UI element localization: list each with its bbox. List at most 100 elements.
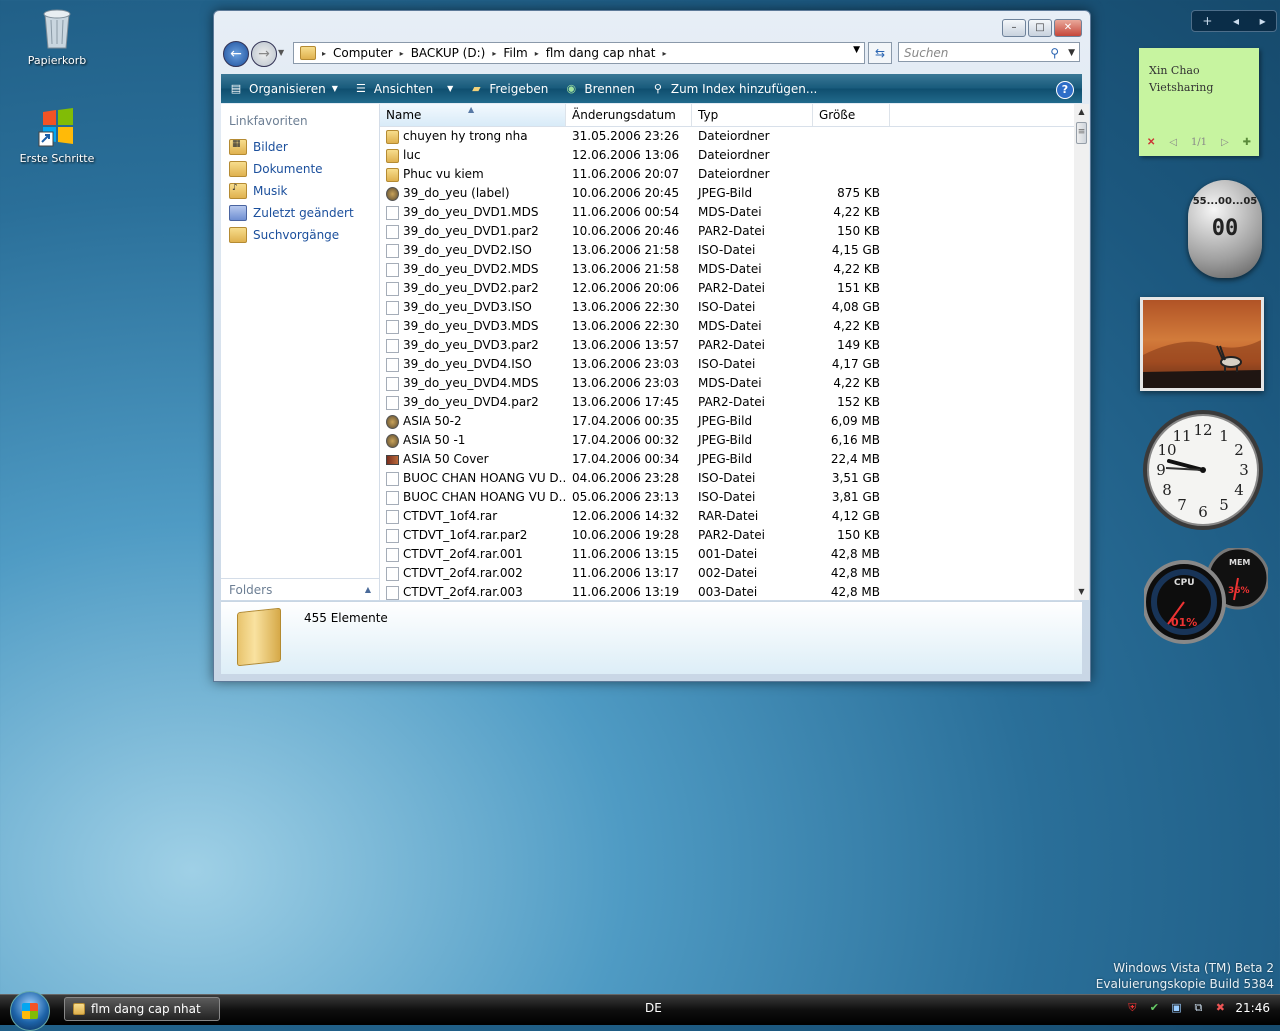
favorites-header: Linkfavoriten	[229, 114, 308, 128]
minimize-button[interactable]: –	[1002, 19, 1026, 37]
table-row[interactable]: ASIA 50 -1 17.04.2006 00:32 JPEG-Bild 6,16 …	[380, 431, 1074, 450]
search-icon[interactable]: ⚲	[1050, 43, 1059, 63]
table-row[interactable]: 39_do_yeu (label) 10.06.2006 20:45 JPEG-Bi…	[380, 184, 1074, 203]
file-size: 3,51 GB	[831, 471, 880, 485]
table-row[interactable]: 39_do_yeu_DVD3.par2 13.06.2006 13:57 PAR2-…	[380, 336, 1074, 355]
table-row[interactable]: BUOC CHAN HOANG VU D... 04.06.2006 23:28 I…	[380, 469, 1074, 488]
table-row[interactable]: 39_do_yeu_DVD2.par2 12.06.2006 20:06 PAR2-…	[380, 279, 1074, 298]
column-header-label: Name	[386, 108, 422, 122]
favorite-searches[interactable]: Suchvorgänge	[221, 224, 379, 246]
address-bar[interactable]: ▸ Computer ▸ BACKUP (D:) ▸ Film ▸ flm da…	[293, 42, 865, 64]
table-row[interactable]: CTDVT_2of4.rar.002 11.06.2006 13:17 002-Da…	[380, 564, 1074, 583]
timer-value: 00	[1211, 216, 1239, 241]
back-button[interactable]: ←	[223, 41, 249, 67]
add-to-index-button[interactable]: ⚲ Zum Index hinzufügen...	[643, 82, 826, 96]
clock-time[interactable]: 21:46	[1235, 1001, 1270, 1015]
table-row[interactable]: 39_do_yeu_DVD2.ISO 13.06.2006 21:58 ISO-Da…	[380, 241, 1074, 260]
favorite-music[interactable]: ♪ Musik	[221, 180, 379, 202]
breadcrumb-separator-icon[interactable]: ▸	[490, 49, 498, 58]
table-row[interactable]: ASIA 50-2 17.04.2006 00:35 JPEG-Bild 6,09 M…	[380, 412, 1074, 431]
music-folder-icon: ♪	[229, 183, 247, 199]
share-button[interactable]: ▰ Freigeben	[461, 82, 556, 96]
table-row[interactable]: CTDVT_2of4.rar.003 11.06.2006 13:19 003-Da…	[380, 583, 1074, 600]
delete-note-icon[interactable]: ✕	[1147, 137, 1155, 148]
file-date: 11.06.2006 20:07	[572, 167, 680, 181]
column-header-size[interactable]: Größe	[813, 104, 890, 126]
table-row[interactable]: 39_do_yeu_DVD4.ISO 13.06.2006 23:03 ISO-Da…	[380, 355, 1074, 374]
clock-gadget[interactable]: 12 1 2 345 678 9 10 11	[1141, 408, 1265, 532]
table-row[interactable]: chuyen hy trong nha 31.05.2006 23:26 Datei…	[380, 127, 1074, 146]
refresh-button[interactable]: ⇆	[868, 42, 892, 64]
table-row[interactable]: 39_do_yeu_DVD2.MDS 13.06.2006 21:58 MDS-Da…	[380, 260, 1074, 279]
file-date: 10.06.2006 20:46	[572, 224, 680, 238]
security-shield-icon[interactable]: ⛨	[1125, 1001, 1139, 1015]
search-input[interactable]: Suchen ⚲ ▼	[898, 42, 1080, 62]
organize-button[interactable]: ▤ Organisieren ▼	[221, 82, 346, 96]
breadcrumb-computer[interactable]: Computer	[328, 46, 398, 60]
file-name-cell: 39_do_yeu_DVD4.ISO	[380, 355, 566, 374]
table-row[interactable]: CTDVT_2of4.rar.001 11.06.2006 13:15 001-Da…	[380, 545, 1074, 564]
address-dropdown-icon[interactable]: ▼	[853, 45, 860, 55]
notes-gadget[interactable]: Xin Chao Vietsharing ✕ ◁ 1/1 ▷ ✚	[1139, 48, 1259, 156]
checkmark-icon[interactable]: ✔	[1147, 1001, 1161, 1015]
network-icon[interactable]: ⧉	[1191, 1001, 1205, 1015]
table-row[interactable]: luc 12.06.2006 13:06 Dateiordner	[380, 146, 1074, 165]
volume-muted-icon[interactable]: ✖	[1213, 1001, 1227, 1015]
maximize-button[interactable]: □	[1028, 19, 1052, 37]
next-gadgets-button[interactable]: ▸	[1260, 14, 1266, 28]
taskbar-button-explorer[interactable]: flm dang cap nhat	[64, 997, 220, 1021]
previous-note-icon[interactable]: ◁	[1169, 137, 1177, 148]
breadcrumb-current-folder[interactable]: flm dang cap nhat	[541, 46, 661, 60]
timer-gadget[interactable]: 55...00...05 00	[1188, 180, 1262, 278]
scroll-up-icon[interactable]: ▲	[1074, 104, 1089, 120]
forward-button[interactable]: →	[251, 41, 277, 67]
breadcrumb-separator-icon[interactable]: ▸	[398, 49, 406, 58]
table-row[interactable]: 39_do_yeu_DVD1.par2 10.06.2006 20:46 PAR2-…	[380, 222, 1074, 241]
scroll-thumb[interactable]: ≡	[1076, 122, 1087, 144]
vertical-scrollbar[interactable]: ▲ ≡ ▼	[1074, 104, 1089, 600]
scroll-down-icon[interactable]: ▼	[1074, 584, 1089, 600]
monitor-icon[interactable]: ▣	[1169, 1001, 1183, 1015]
table-row[interactable]: 39_do_yeu_DVD4.par2 13.06.2006 17:45 PAR2-…	[380, 393, 1074, 412]
breadcrumb-film[interactable]: Film	[498, 46, 532, 60]
breadcrumb-backup-drive[interactable]: BACKUP (D:)	[406, 46, 491, 60]
views-button[interactable]: ☰ Ansichten ▼	[346, 82, 461, 96]
search-dropdown-icon[interactable]: ▼	[1068, 43, 1075, 63]
table-row[interactable]: Phuc vu kiem 11.06.2006 20:07 Dateiordner	[380, 165, 1074, 184]
table-row[interactable]: ASIA 50 Cover 17.04.2006 00:34 JPEG-Bild 22…	[380, 450, 1074, 469]
recent-pages-dropdown[interactable]: ▼	[278, 48, 284, 57]
desktop-icon-getting-started[interactable]: Erste Schritte	[17, 102, 97, 165]
desktop-icon-recycle-bin[interactable]: Papierkorb	[17, 4, 97, 67]
close-button[interactable]: ✕	[1054, 19, 1082, 37]
help-button[interactable]: ?	[1056, 81, 1074, 99]
table-row[interactable]: BUOC CHAN HOANG VU D... 05.06.2006 23:13 I…	[380, 488, 1074, 507]
table-row[interactable]: 39_do_yeu_DVD3.ISO 13.06.2006 22:30 ISO-Da…	[380, 298, 1074, 317]
breadcrumb-separator-icon[interactable]: ▸	[320, 49, 328, 58]
favorite-recent[interactable]: Zuletzt geändert	[221, 202, 379, 224]
file-size: 149 KB	[837, 338, 880, 352]
breadcrumb-separator-icon[interactable]: ▸	[660, 49, 668, 58]
add-gadget-button[interactable]: +	[1202, 14, 1212, 28]
svg-text:2: 2	[1234, 441, 1244, 459]
add-note-icon[interactable]: ✚	[1243, 137, 1251, 148]
slideshow-gadget[interactable]	[1140, 297, 1264, 391]
column-header-type[interactable]: Typ	[692, 104, 813, 126]
favorite-documents[interactable]: Dokumente	[221, 158, 379, 180]
table-row[interactable]: 39_do_yeu_DVD3.MDS 13.06.2006 22:30 MDS-Da…	[380, 317, 1074, 336]
table-row[interactable]: CTDVT_1of4.rar 12.06.2006 14:32 RAR-Datei 4…	[380, 507, 1074, 526]
start-button[interactable]	[10, 991, 50, 1031]
favorite-pictures[interactable]: ▦ Bilder	[221, 136, 379, 158]
column-header-name[interactable]: ▲ Name	[380, 104, 566, 126]
next-note-icon[interactable]: ▷	[1221, 137, 1229, 148]
language-indicator[interactable]: DE	[645, 1001, 662, 1015]
burn-button[interactable]: ◉ Brennen	[556, 82, 642, 96]
folders-toggle[interactable]: Folders ▲	[221, 578, 379, 600]
table-row[interactable]: CTDVT_1of4.rar.par2 10.06.2006 19:28 PAR2-…	[380, 526, 1074, 545]
cpu-meter-gadget[interactable]: CPU 01% MEM 36%	[1142, 546, 1270, 644]
table-row[interactable]: 39_do_yeu_DVD1.MDS 11.06.2006 00:54 MDS-Da…	[380, 203, 1074, 222]
column-header-date[interactable]: Änderungsdatum	[566, 104, 692, 126]
previous-gadgets-button[interactable]: ◂	[1233, 14, 1239, 28]
views-icon: ☰	[355, 81, 366, 95]
table-row[interactable]: 39_do_yeu_DVD4.MDS 13.06.2006 23:03 MDS-Da…	[380, 374, 1074, 393]
breadcrumb-separator-icon[interactable]: ▸	[533, 49, 541, 58]
